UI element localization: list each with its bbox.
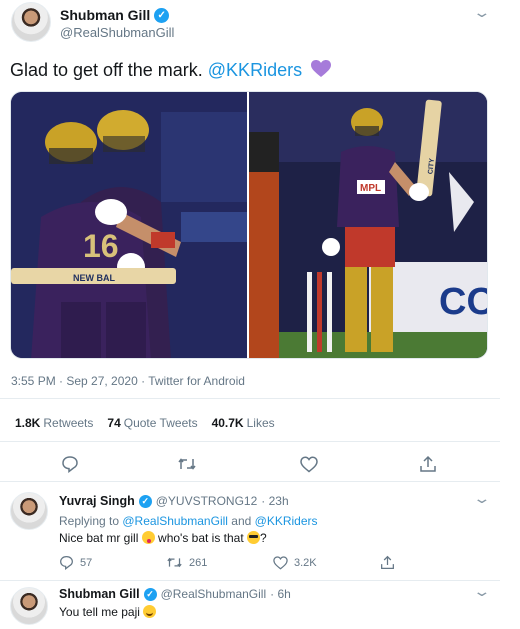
reply-reply-button[interactable]: 57 <box>59 555 166 570</box>
reply-text-part2: who's bat is that <box>154 531 248 545</box>
retweets-stat[interactable]: 1.8K Retweets <box>15 416 93 430</box>
author-avatar[interactable] <box>11 2 51 42</box>
reply-author-handle[interactable]: @YUVSTRONG12 <box>156 494 258 508</box>
photo-illustration: 16 NEW BAL <box>11 92 247 358</box>
heart-outline-icon <box>273 555 288 570</box>
reply-avatar[interactable] <box>10 587 48 625</box>
reply-button[interactable] <box>60 454 80 474</box>
reply-text-part3: ? <box>260 531 267 545</box>
chevron-down-icon[interactable]: ⌄ <box>472 4 491 21</box>
retweets-label: Retweets <box>43 416 94 430</box>
mention-link[interactable]: @KKRiders <box>208 60 302 80</box>
author-name-row: Shubman Gill ✓ <box>60 7 170 23</box>
replying-to-line: Replying to @RealShubmanGill and @KKRide… <box>59 514 318 528</box>
quotes-count: 74 <box>107 416 121 430</box>
verified-badge-icon: ✓ <box>154 7 170 23</box>
winking-tongue-emoji-icon <box>141 531 155 544</box>
reply-text: You tell me paji <box>59 605 157 619</box>
reply-tweet-1[interactable]: Yuvraj Singh ✓ @YUVSTRONG12 · 23h ⌄ Repl… <box>0 482 520 580</box>
mention-link[interactable]: @KKRiders <box>255 514 318 528</box>
reply-author-name[interactable]: Yuvraj Singh <box>59 494 135 508</box>
smiling-emoji-icon <box>143 605 157 618</box>
divider <box>0 398 500 399</box>
retweets-count: 1.8K <box>15 416 41 430</box>
reply-like-button[interactable]: 3.2K <box>273 555 380 570</box>
likes-stat[interactable]: 40.7K Likes <box>212 416 275 430</box>
photo-illustration: CO MPL CITY <box>249 92 487 358</box>
quote-tweets-stat[interactable]: 74 Quote Tweets <box>107 416 197 430</box>
reply-icon <box>60 556 73 570</box>
verified-badge-icon: ✓ <box>138 494 152 508</box>
reply-actions: 57 261 3.2K <box>59 555 487 570</box>
divider <box>0 441 500 442</box>
reply-text-body: You tell me paji <box>59 605 144 619</box>
tweet-stats: 1.8K Retweets 74 Quote Tweets 40.7K Likes <box>15 416 275 430</box>
retweet-icon <box>178 458 196 470</box>
chevron-down-icon[interactable]: ⌄ <box>472 583 491 600</box>
mention-link[interactable]: @RealShubmanGill <box>122 514 228 528</box>
reply-time[interactable]: · 6h <box>270 587 291 601</box>
jersey-sponsor: MPL <box>360 183 381 194</box>
media-grid: 16 NEW BAL C MPL CITY <box>10 91 488 359</box>
reply-share-button[interactable] <box>380 555 487 570</box>
reply-time[interactable]: · 23h <box>261 494 288 508</box>
replying-and: and <box>227 514 255 528</box>
quotes-label: Quote Tweets <box>123 416 198 430</box>
verified-badge-icon: ✓ <box>143 587 157 601</box>
jersey-number: 16 <box>83 228 119 264</box>
reply-icon <box>62 456 78 473</box>
tweet-timestamp[interactable]: 3:55 PM · Sep 27, 2020 · Twitter for And… <box>11 374 245 388</box>
tweet-text-body: Glad to get off the mark. <box>10 60 208 80</box>
retweet-button[interactable] <box>177 454 197 474</box>
retweet-icon <box>167 557 182 568</box>
likes-label: Likes <box>246 416 275 430</box>
photo-player-raising-bat[interactable]: CO MPL CITY <box>249 92 487 358</box>
reply-count: 57 <box>80 556 93 569</box>
retweet-count: 261 <box>189 556 208 569</box>
boundary-ad: CO <box>439 281 487 323</box>
reply-author-handle[interactable]: @RealShubmanGill <box>161 587 267 601</box>
author-handle[interactable]: @RealShubmanGill <box>60 25 174 40</box>
like-count: 3.2K <box>294 556 317 569</box>
like-button[interactable] <box>299 454 319 474</box>
author-name[interactable]: Shubman Gill <box>60 7 150 23</box>
chevron-down-icon[interactable]: ⌄ <box>472 490 491 507</box>
reply-avatar[interactable] <box>10 492 48 530</box>
likes-count: 40.7K <box>211 416 244 430</box>
reply-text-part1: Nice bat mr gill <box>59 531 142 545</box>
tweet-text: Glad to get off the mark. @KKRiders <box>10 60 332 81</box>
reply-retweet-button[interactable]: 261 <box>166 555 273 570</box>
reply-header: Shubman Gill ✓ @RealShubmanGill · 6h <box>59 587 291 601</box>
share-button[interactable] <box>418 454 438 474</box>
reply-text: Nice bat mr gill who's bat is that ? <box>59 531 267 545</box>
main-tweet: Shubman Gill ✓ @RealShubmanGill ⌄ Glad t… <box>0 0 520 477</box>
purple-heart-icon <box>311 60 332 77</box>
reply-tweet-2[interactable]: Shubman Gill ✓ @RealShubmanGill · 6h ⌄ Y… <box>0 581 520 629</box>
sunglasses-emoji-icon <box>247 531 261 544</box>
replying-to-prefix: Replying to <box>59 514 123 528</box>
heart-outline-icon <box>300 455 318 472</box>
bat-brand: NEW BAL <box>73 273 115 283</box>
photo-players-embracing[interactable]: 16 NEW BAL <box>11 92 247 358</box>
reply-author-name[interactable]: Shubman Gill <box>59 587 140 601</box>
share-icon <box>381 555 394 569</box>
reply-header: Yuvraj Singh ✓ @YUVSTRONG12 · 23h <box>59 494 289 508</box>
share-icon <box>420 455 436 472</box>
